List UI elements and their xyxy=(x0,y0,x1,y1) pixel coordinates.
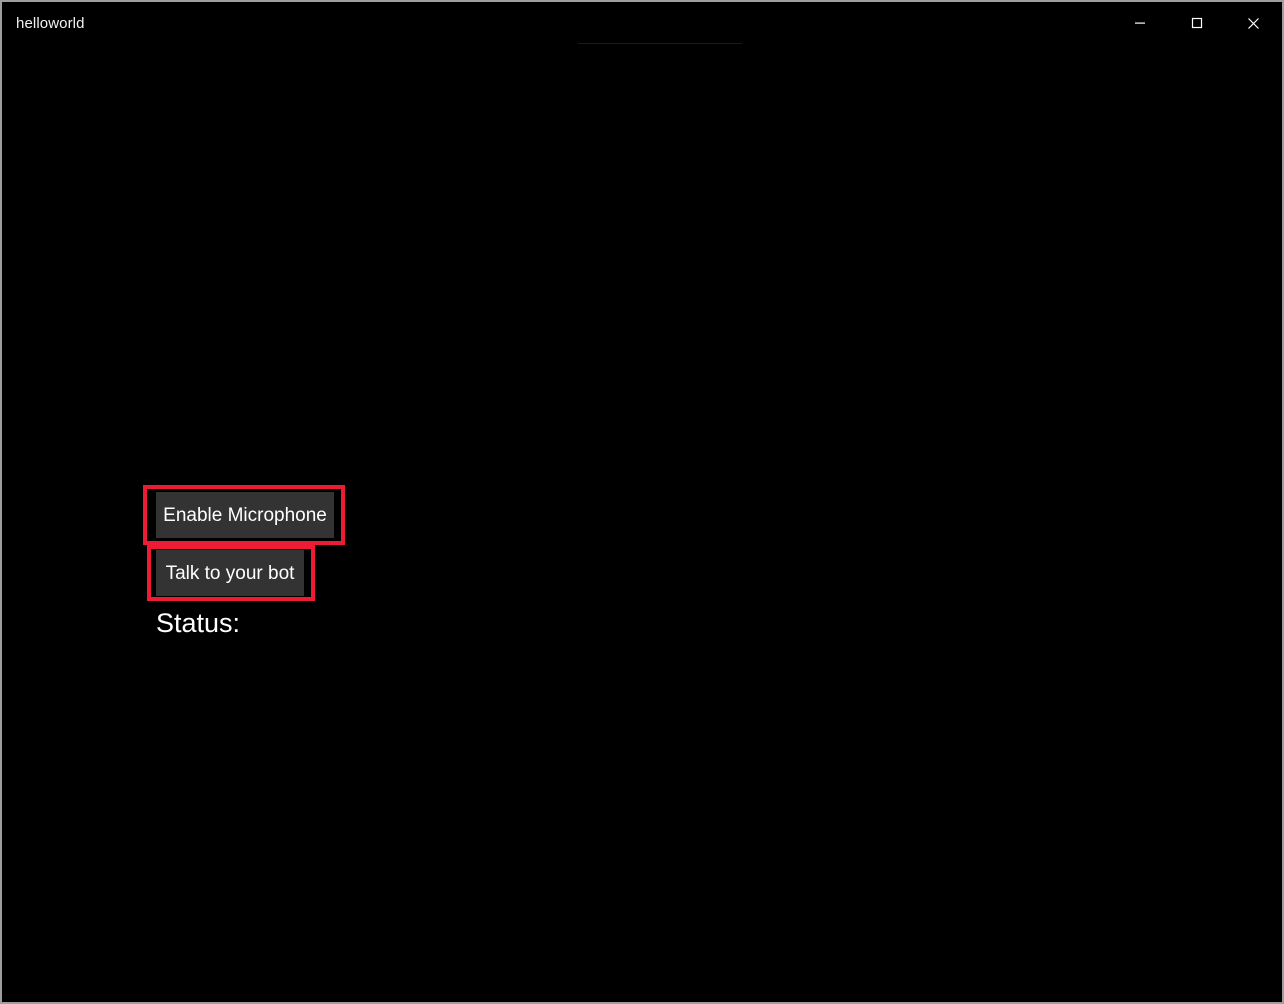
window-title: helloworld xyxy=(16,14,85,32)
window-controls xyxy=(1111,2,1282,44)
close-icon xyxy=(1247,17,1260,30)
app-window: helloworld Enable Microphone Talk to you… xyxy=(0,0,1284,1004)
title-bar[interactable]: helloworld xyxy=(2,2,1282,44)
maximize-button[interactable] xyxy=(1168,2,1225,44)
status-label: Status: xyxy=(156,608,241,638)
enable-microphone-button[interactable]: Enable Microphone xyxy=(156,492,334,538)
minimize-icon xyxy=(1134,17,1146,29)
minimize-button[interactable] xyxy=(1111,2,1168,44)
maximize-icon xyxy=(1191,17,1203,29)
close-button[interactable] xyxy=(1225,2,1282,44)
talk-to-your-bot-button[interactable]: Talk to your bot xyxy=(156,550,304,596)
app-content-area: Enable Microphone Talk to your bot Statu… xyxy=(2,44,1282,1002)
